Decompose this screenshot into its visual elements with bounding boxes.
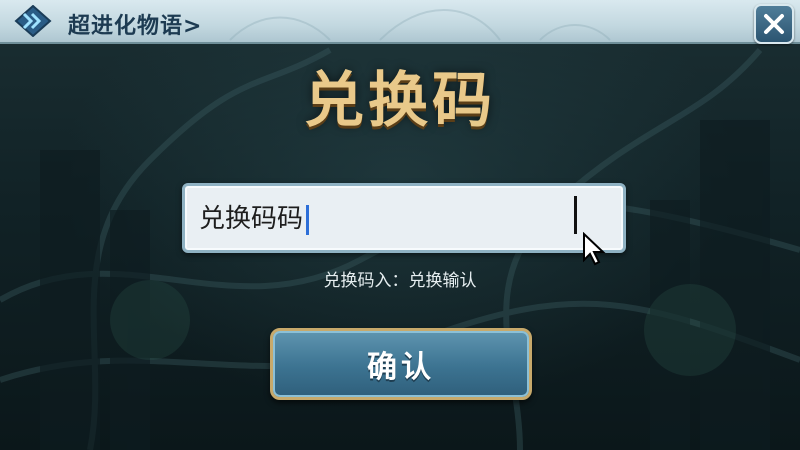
- redeem-code-input[interactable]: 兑换码码: [199, 198, 310, 235]
- text-caret: [306, 204, 310, 235]
- redeem-code-value: 兑换码码: [199, 204, 304, 234]
- redeem-code-field[interactable]: 兑换码码: [182, 183, 626, 253]
- close-button[interactable]: [754, 4, 794, 44]
- confirm-button[interactable]: 确认: [270, 328, 532, 400]
- page-title: 兑换码: [304, 66, 496, 136]
- breadcrumb[interactable]: 超进化物语>: [68, 8, 202, 40]
- confirm-button-label: 确认: [367, 350, 435, 385]
- game-screen: 超进化物语> 兑换码 兑换码码 兑换码入：兑换输认 确认: [0, 0, 800, 450]
- top-bar: 超进化物语>: [0, 0, 800, 44]
- mouse-pointer-icon: [583, 232, 606, 266]
- redeem-hint-text: 兑换码入：兑换输认: [323, 271, 477, 291]
- ibeam-cursor-icon: [574, 196, 577, 234]
- close-x-icon: [764, 14, 784, 34]
- double-chevron-badge-icon[interactable]: [14, 5, 52, 37]
